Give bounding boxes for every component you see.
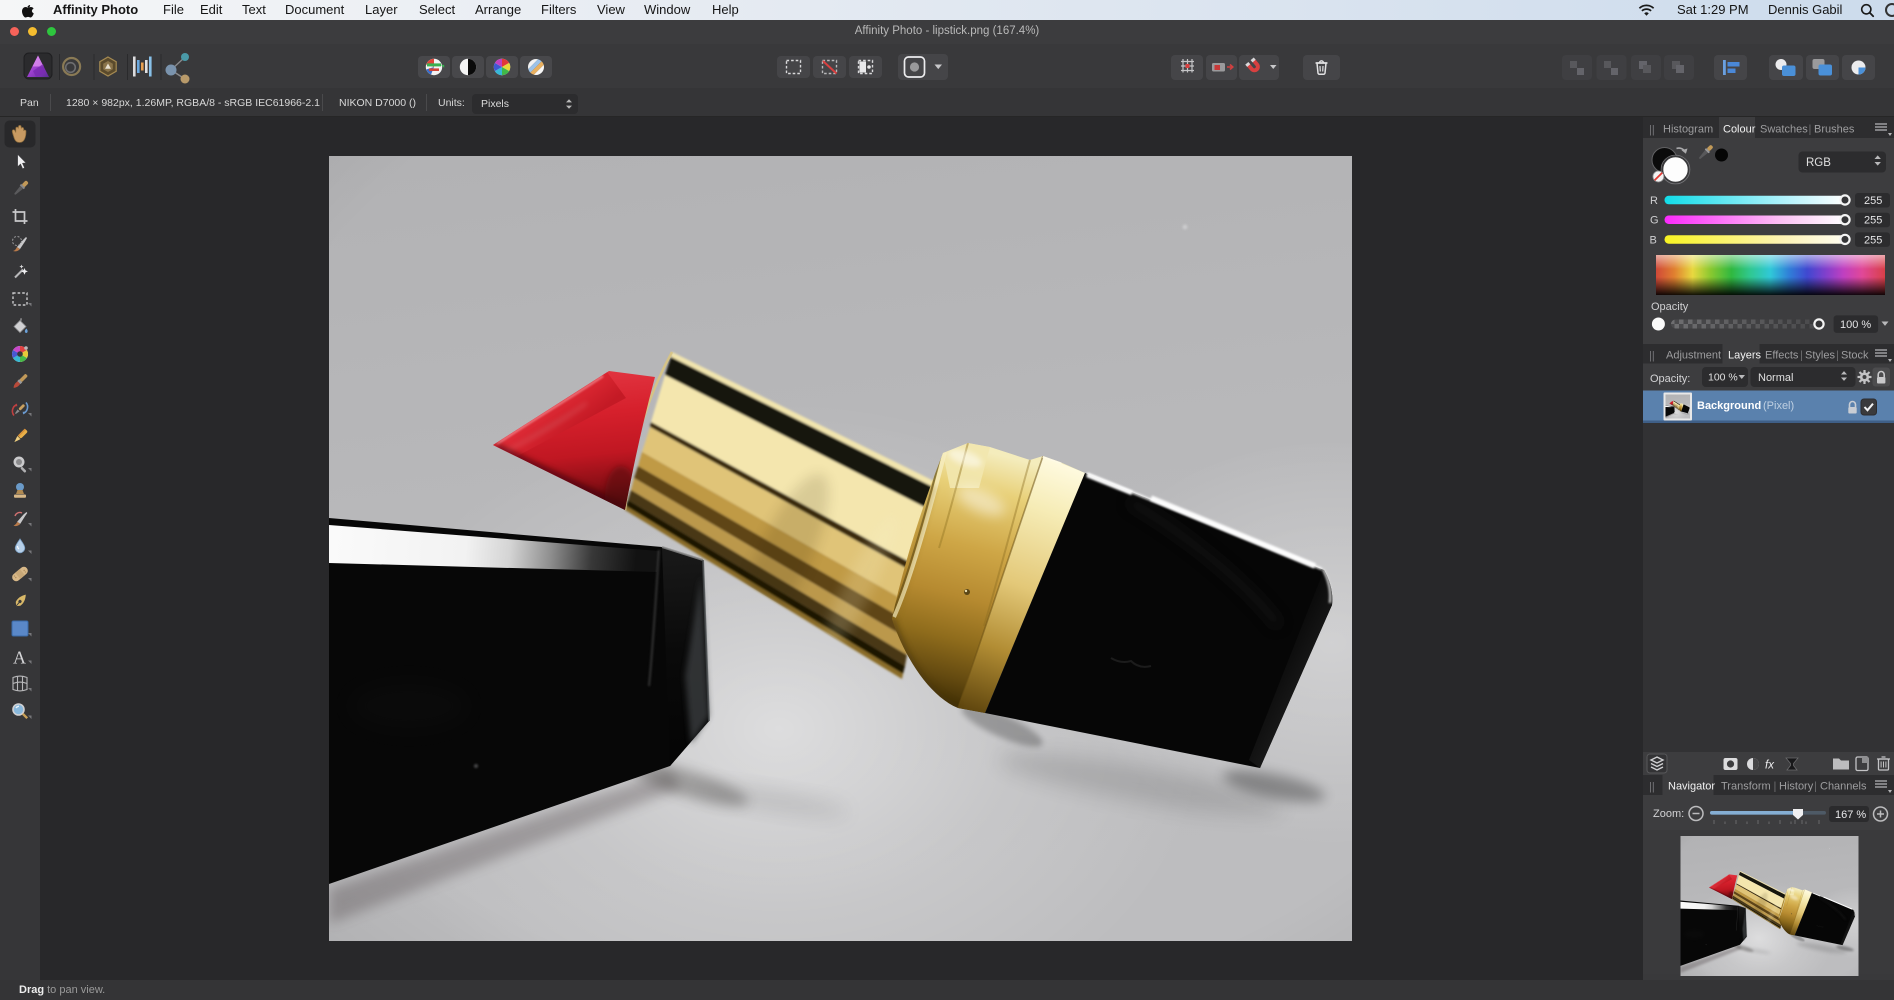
svg-text:|: |	[1774, 781, 1777, 793]
svg-text:Normal: Normal	[1758, 372, 1793, 384]
svg-text:100 %: 100 %	[1840, 319, 1871, 331]
svg-text:(Pixel): (Pixel)	[1763, 400, 1794, 412]
svg-text:History: History	[1779, 781, 1814, 793]
svg-text:255: 255	[1864, 195, 1882, 207]
svg-text:R: R	[1650, 195, 1658, 207]
svg-text:||: ||	[1649, 350, 1655, 362]
svg-text:Zoom:: Zoom:	[1653, 808, 1684, 820]
svg-text:Opacity:: Opacity:	[1650, 373, 1690, 385]
svg-text:|: |	[1809, 124, 1812, 136]
svg-text:RGB: RGB	[1806, 157, 1831, 169]
svg-text:||: ||	[1649, 781, 1655, 793]
svg-text:|: |	[1836, 350, 1839, 362]
svg-text:Brushes: Brushes	[1814, 124, 1855, 136]
svg-text:Colour: Colour	[1723, 124, 1756, 136]
svg-text:Histogram: Histogram	[1663, 124, 1713, 136]
svg-text:Opacity: Opacity	[1651, 301, 1689, 313]
svg-text:Adjustment: Adjustment	[1666, 350, 1721, 362]
svg-text:fx: fx	[1765, 760, 1775, 772]
svg-text:Swatches: Swatches	[1760, 124, 1808, 136]
svg-text:||: ||	[1649, 124, 1655, 136]
svg-text:255: 255	[1864, 215, 1882, 227]
svg-text:Effects: Effects	[1765, 350, 1799, 362]
svg-text:Stock: Stock	[1841, 350, 1869, 362]
svg-text:|: |	[1814, 781, 1817, 793]
svg-text:Layers: Layers	[1728, 350, 1762, 362]
svg-text:G: G	[1650, 215, 1659, 227]
svg-text:Navigator: Navigator	[1668, 781, 1715, 793]
svg-text:B: B	[1650, 234, 1657, 246]
svg-text:100 %: 100 %	[1708, 372, 1738, 384]
svg-text:167 %: 167 %	[1835, 809, 1866, 821]
svg-text:255: 255	[1864, 234, 1882, 246]
svg-text:A: A	[13, 648, 26, 668]
svg-text:|: |	[1800, 350, 1803, 362]
svg-text:Transform: Transform	[1721, 781, 1771, 793]
svg-text:Background: Background	[1697, 400, 1761, 412]
svg-text:Styles: Styles	[1805, 350, 1835, 362]
svg-text:Channels: Channels	[1820, 781, 1867, 793]
